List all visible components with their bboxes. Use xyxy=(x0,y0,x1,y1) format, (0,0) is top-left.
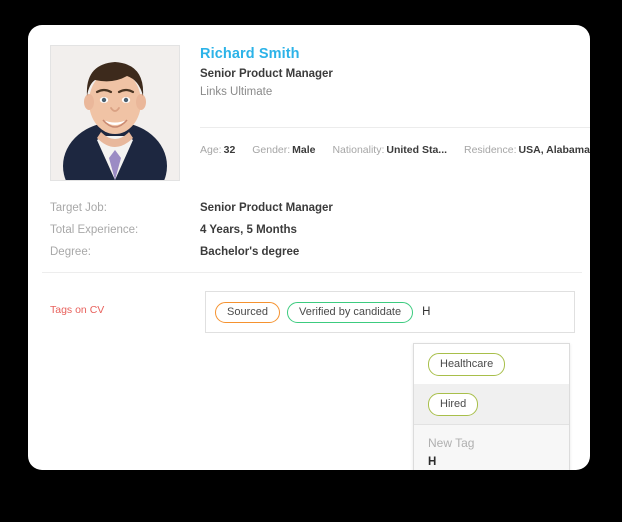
dropdown-option-healthcare[interactable]: Healthcare xyxy=(414,344,569,384)
demographic-value: USA, Alabama xyxy=(518,144,590,156)
candidate-name[interactable]: Richard Smith xyxy=(200,45,580,63)
demographic-item: Nationality: United Sta... xyxy=(332,143,447,157)
demographic-item: Age: 32 xyxy=(200,143,235,157)
detail-row: Degree: Bachelor's degree xyxy=(50,241,570,263)
detail-row: Total Experience: 4 Years, 5 Months xyxy=(50,219,570,241)
demographic-label: Nationality: xyxy=(332,144,385,156)
new-tag-label: New Tag xyxy=(428,436,475,450)
detail-label: Degree: xyxy=(50,246,91,258)
tag-pill-sourced[interactable]: Sourced xyxy=(215,301,280,323)
detail-value: 4 Years, 5 Months xyxy=(200,224,297,236)
candidate-photo-image xyxy=(51,46,179,180)
candidate-company: Links Ultimate xyxy=(200,86,273,98)
demographics-row: Age: 32 Gender: Male Nationality: United St… xyxy=(200,143,590,157)
dropdown-option-pill[interactable]: Healthcare xyxy=(428,352,506,376)
demographic-value: 32 xyxy=(223,144,236,156)
identity-block: Richard Smith Senior Product Manager Lin… xyxy=(200,45,580,100)
candidate-details: Target Job: Senior Product Manager Total… xyxy=(50,197,570,263)
new-tag-value[interactable]: H xyxy=(428,454,569,470)
dropdown-new-tag-section[interactable]: New Tag H xyxy=(414,424,569,470)
demographic-label: Residence: xyxy=(464,144,517,156)
candidate-title: Senior Product Manager xyxy=(200,68,333,80)
demographic-item: Residence: USA, Alabama xyxy=(464,143,590,157)
dropdown-option-pill[interactable]: Hired xyxy=(428,392,479,416)
dropdown-option-hired[interactable]: Hired xyxy=(414,384,569,424)
demographic-label: Gender: xyxy=(252,144,291,156)
detail-value: Bachelor's degree xyxy=(200,246,300,258)
demographics-divider xyxy=(200,127,590,128)
avatar xyxy=(50,45,180,181)
tags-input[interactable]: Sourced Verified by candidate H xyxy=(205,291,575,333)
section-divider xyxy=(42,272,582,273)
candidate-header: Richard Smith Senior Product Manager Lin… xyxy=(28,25,590,181)
detail-row: Target Job: Senior Product Manager xyxy=(50,197,570,219)
detail-value: Senior Product Manager xyxy=(200,202,333,214)
demographic-value: United Sta... xyxy=(386,144,448,156)
demographic-item: Gender: Male xyxy=(252,143,315,157)
demographic-value: Male xyxy=(292,144,316,156)
tag-input-typed-text[interactable]: H xyxy=(422,306,430,318)
demographic-label: Age: xyxy=(200,144,222,156)
detail-label: Target Job: xyxy=(50,202,107,214)
tag-pill-verified[interactable]: Verified by candidate xyxy=(286,301,414,323)
candidate-card: Richard Smith Senior Product Manager Lin… xyxy=(28,25,590,470)
detail-label: Total Experience: xyxy=(50,224,139,236)
tag-suggestions-dropdown[interactable]: Healthcare Hired New Tag H xyxy=(413,343,570,470)
tags-on-cv-label: Tags on CV xyxy=(50,304,105,316)
